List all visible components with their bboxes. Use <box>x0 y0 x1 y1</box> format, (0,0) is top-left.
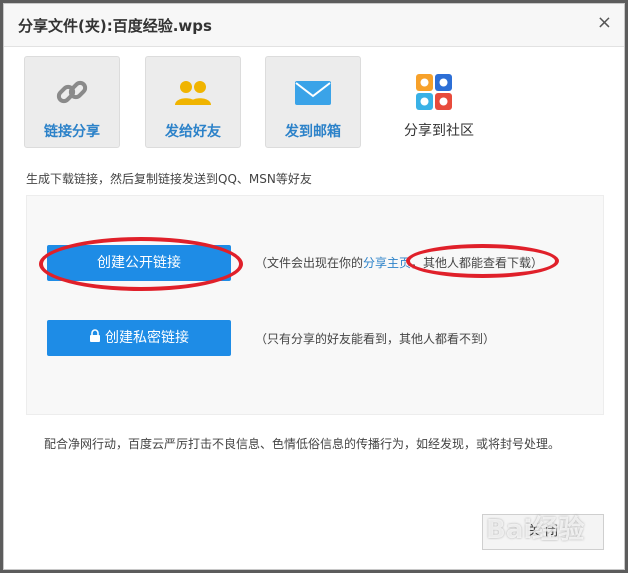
friends-icon <box>146 75 240 111</box>
close-button[interactable]: 关 闭 <box>482 514 604 550</box>
tab-label: 发给好友 <box>165 124 221 140</box>
share-dialog: 分享文件(夹):百度经验.wps × 链接分享 发给好友 发到邮箱 分享到社区 … <box>3 3 625 570</box>
create-private-link-button[interactable]: 创建私密链接 <box>47 320 231 356</box>
tab-link-share[interactable]: 链接分享 <box>24 56 120 148</box>
community-icon <box>416 74 452 110</box>
share-homepage-link[interactable]: 分享主页 <box>363 256 411 270</box>
private-button-label: 创建私密链接 <box>105 330 189 346</box>
private-link-note: （只有分享的好友能看到，其他人都看不到） <box>255 332 496 346</box>
link-options-panel: 创建公开链接 （文件会出现在你的分享主页，其他人都能查看下载） 创建私密链接 （… <box>26 195 604 415</box>
create-public-link-button[interactable]: 创建公开链接 <box>47 245 231 281</box>
share-description: 生成下载链接，然后复制链接发送到QQ、MSN等好友 <box>26 172 312 186</box>
public-note-prefix: （文件会出现在你的 <box>255 256 364 270</box>
tab-label: 分享到社区 <box>404 123 474 139</box>
link-icon <box>25 75 119 111</box>
mail-icon <box>266 75 360 111</box>
tab-send-email[interactable]: 发到邮箱 <box>265 56 361 148</box>
tab-share-community[interactable]: 分享到社区 <box>394 56 484 148</box>
policy-notice: 配合净网行动，百度云严厉打击不良信息、色情低俗信息的传播行为，如经发现，或将封号… <box>44 437 561 451</box>
lock-icon <box>89 320 101 356</box>
public-note-suffix: ，其他人都能查看下载） <box>411 256 544 270</box>
dialog-title: 分享文件(夹):百度经验.wps <box>18 17 212 35</box>
tab-send-friends[interactable]: 发给好友 <box>145 56 241 148</box>
public-link-note: （文件会出现在你的分享主页，其他人都能查看下载） <box>255 254 543 271</box>
dialog-titlebar: 分享文件(夹):百度经验.wps × <box>4 4 624 47</box>
tab-label: 发到邮箱 <box>285 124 341 140</box>
tab-label: 链接分享 <box>44 124 100 140</box>
close-icon[interactable]: × <box>597 13 612 33</box>
